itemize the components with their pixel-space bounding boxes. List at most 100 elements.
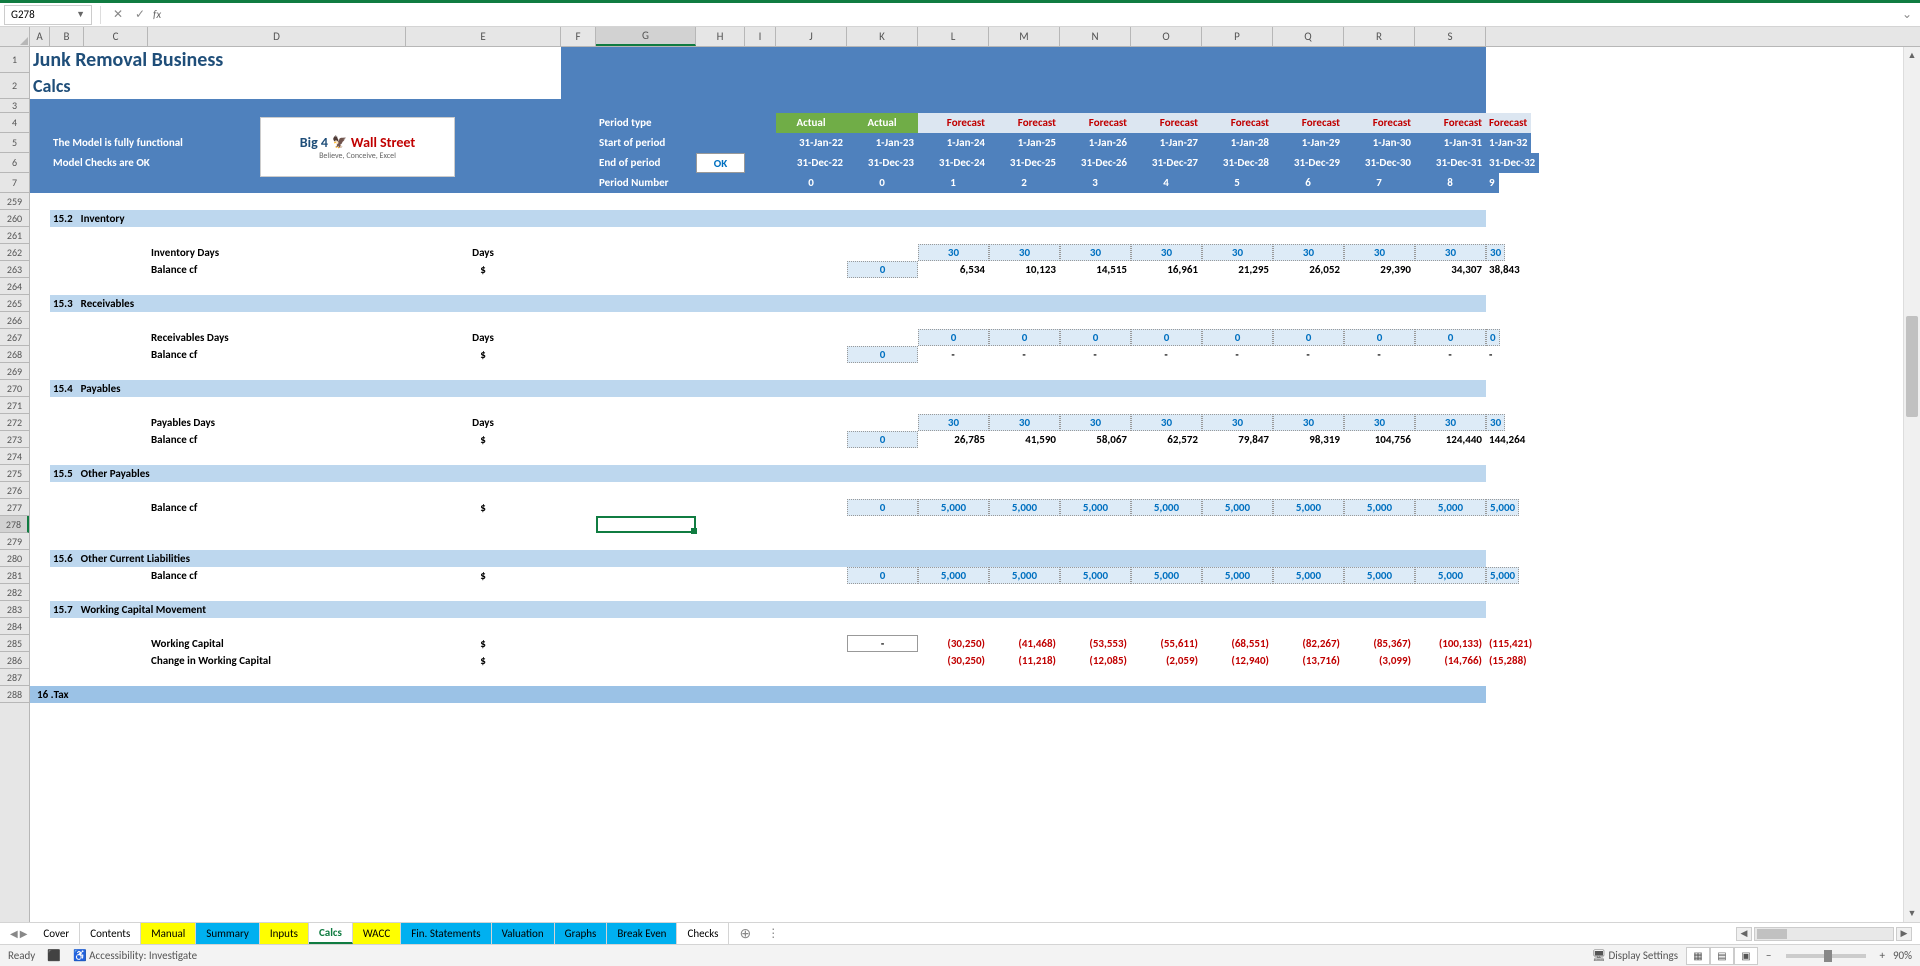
row-header-274[interactable]: 274	[0, 448, 29, 465]
hscroll-left-icon[interactable]: ◀	[1736, 927, 1752, 941]
row-header-260[interactable]: 260	[0, 210, 29, 227]
col-header-Q[interactable]: Q	[1273, 27, 1344, 46]
col-header-H[interactable]: H	[696, 27, 745, 46]
chevron-down-icon[interactable]: ▼	[76, 9, 85, 20]
row-header-264[interactable]: 264	[0, 278, 29, 295]
row-header-263[interactable]: 263	[0, 261, 29, 278]
row-header-267[interactable]: 267	[0, 329, 29, 346]
expand-formula-bar-icon[interactable]: ⌄	[1898, 7, 1916, 22]
horizontal-scrollbar[interactable]	[1754, 927, 1894, 941]
sheet-tab-contents[interactable]: Contents	[80, 923, 141, 944]
page-layout-view-button[interactable]: ▤	[1710, 947, 1734, 965]
col-header-L[interactable]: L	[918, 27, 989, 46]
add-sheet-button[interactable]: ⊕	[729, 925, 761, 942]
macro-record-icon[interactable]: ⬛	[47, 949, 61, 962]
row-header-287[interactable]: 287	[0, 669, 29, 686]
col-header-G[interactable]: G	[596, 27, 696, 46]
select-all-corner[interactable]	[0, 27, 30, 46]
zoom-in-button[interactable]: +	[1880, 949, 1885, 962]
row-header-5[interactable]: 5	[0, 133, 29, 153]
accessibility-status[interactable]: ♿ Accessibility: Investigate	[73, 949, 197, 962]
fx-icon[interactable]: fx	[153, 8, 161, 21]
col-header-C[interactable]: C	[84, 27, 148, 46]
col-header-B[interactable]: B	[50, 27, 84, 46]
zoom-slider[interactable]	[1786, 954, 1866, 958]
row-header-275[interactable]: 275	[0, 465, 29, 482]
display-settings-button[interactable]: 🖥 Display Settings	[1592, 949, 1678, 962]
accept-formula-icon[interactable]: ✓	[131, 6, 149, 24]
col-header-K[interactable]: K	[847, 27, 918, 46]
page-break-view-button[interactable]: ▣	[1734, 947, 1758, 965]
col-header-E[interactable]: E	[406, 27, 561, 46]
col-header-S[interactable]: S	[1415, 27, 1486, 46]
normal-view-button[interactable]: ▦	[1686, 947, 1710, 965]
row-header-270[interactable]: 270	[0, 380, 29, 397]
col-header-P[interactable]: P	[1202, 27, 1273, 46]
hscroll-right-icon[interactable]: ▶	[1896, 927, 1912, 941]
scroll-down-icon[interactable]: ▼	[1904, 905, 1920, 922]
row-header-285[interactable]: 285	[0, 635, 29, 652]
row-header-3[interactable]: 3	[0, 99, 29, 113]
col-header-R[interactable]: R	[1344, 27, 1415, 46]
row-header-288[interactable]: 288	[0, 686, 29, 703]
row-header-272[interactable]: 272	[0, 414, 29, 431]
row-header-283[interactable]: 283	[0, 601, 29, 618]
sheet-tab-wacc[interactable]: WACC	[353, 923, 401, 944]
section-header: 15.6Other Current Liabilities	[50, 550, 1486, 567]
row-header-276[interactable]: 276	[0, 482, 29, 499]
cells-area[interactable]: Junk Removal BusinessCalcsPeriod typeAct…	[30, 47, 1920, 922]
name-box[interactable]: G278 ▼	[4, 5, 92, 25]
section-header: 15.2Inventory	[50, 210, 1486, 227]
row-header-269[interactable]: 269	[0, 363, 29, 380]
ok-badge: OK	[696, 153, 745, 173]
sheet-tab-summary[interactable]: Summary	[196, 923, 260, 944]
sheet-tab-manual[interactable]: Manual	[141, 923, 196, 944]
row-header-281[interactable]: 281	[0, 567, 29, 584]
col-header-M[interactable]: M	[989, 27, 1060, 46]
sheet-tab-cover[interactable]: Cover	[33, 923, 80, 944]
row-header-1[interactable]: 1	[0, 47, 29, 73]
row-header-262[interactable]: 262	[0, 244, 29, 261]
col-header-I[interactable]: I	[745, 27, 776, 46]
col-header-D[interactable]: D	[148, 27, 406, 46]
row-header-261[interactable]: 261	[0, 227, 29, 244]
sheet-tab-checks[interactable]: Checks	[677, 923, 729, 944]
row-header-277[interactable]: 277	[0, 499, 29, 516]
scroll-up-icon[interactable]: ▲	[1904, 47, 1920, 64]
row-header-279[interactable]: 279	[0, 533, 29, 550]
sheet-tab-graphs[interactable]: Graphs	[555, 923, 608, 944]
row-header-284[interactable]: 284	[0, 618, 29, 635]
cancel-formula-icon[interactable]: ✕	[109, 6, 127, 24]
sheet-tab-valuation[interactable]: Valuation	[492, 923, 555, 944]
formula-input[interactable]	[169, 5, 1894, 25]
col-header-N[interactable]: N	[1060, 27, 1131, 46]
row-header-271[interactable]: 271	[0, 397, 29, 414]
row-header-6[interactable]: 6	[0, 153, 29, 173]
row-header-273[interactable]: 273	[0, 431, 29, 448]
tab-nav[interactable]: ◀▶	[4, 927, 33, 940]
row-header-268[interactable]: 268	[0, 346, 29, 363]
tab-options-icon[interactable]: ⋮	[761, 926, 785, 941]
col-header-J[interactable]: J	[776, 27, 847, 46]
sheet-tab-inputs[interactable]: Inputs	[260, 923, 309, 944]
zoom-out-button[interactable]: −	[1766, 949, 1771, 962]
row-header-4[interactable]: 4	[0, 113, 29, 133]
section-header: 15.4Payables	[50, 380, 1486, 397]
col-header-F[interactable]: F	[561, 27, 596, 46]
sheet-tab-fin-statements[interactable]: Fin. Statements	[401, 923, 491, 944]
row-header-2[interactable]: 2	[0, 73, 29, 99]
sheet-tab-break-even[interactable]: Break Even	[607, 923, 677, 944]
col-header-O[interactable]: O	[1131, 27, 1202, 46]
sheet-tab-calcs[interactable]: Calcs	[309, 923, 353, 944]
vertical-scrollbar[interactable]: ▲ ▼	[1903, 47, 1920, 922]
col-header-A[interactable]: A	[30, 27, 50, 46]
row-header-7[interactable]: 7	[0, 173, 29, 193]
row-header-280[interactable]: 280	[0, 550, 29, 567]
row-header-286[interactable]: 286	[0, 652, 29, 669]
row-header-278[interactable]: 278	[0, 516, 29, 533]
row-header-259[interactable]: 259	[0, 193, 29, 210]
zoom-level[interactable]: 90%	[1893, 949, 1912, 962]
row-header-282[interactable]: 282	[0, 584, 29, 601]
row-header-266[interactable]: 266	[0, 312, 29, 329]
row-header-265[interactable]: 265	[0, 295, 29, 312]
